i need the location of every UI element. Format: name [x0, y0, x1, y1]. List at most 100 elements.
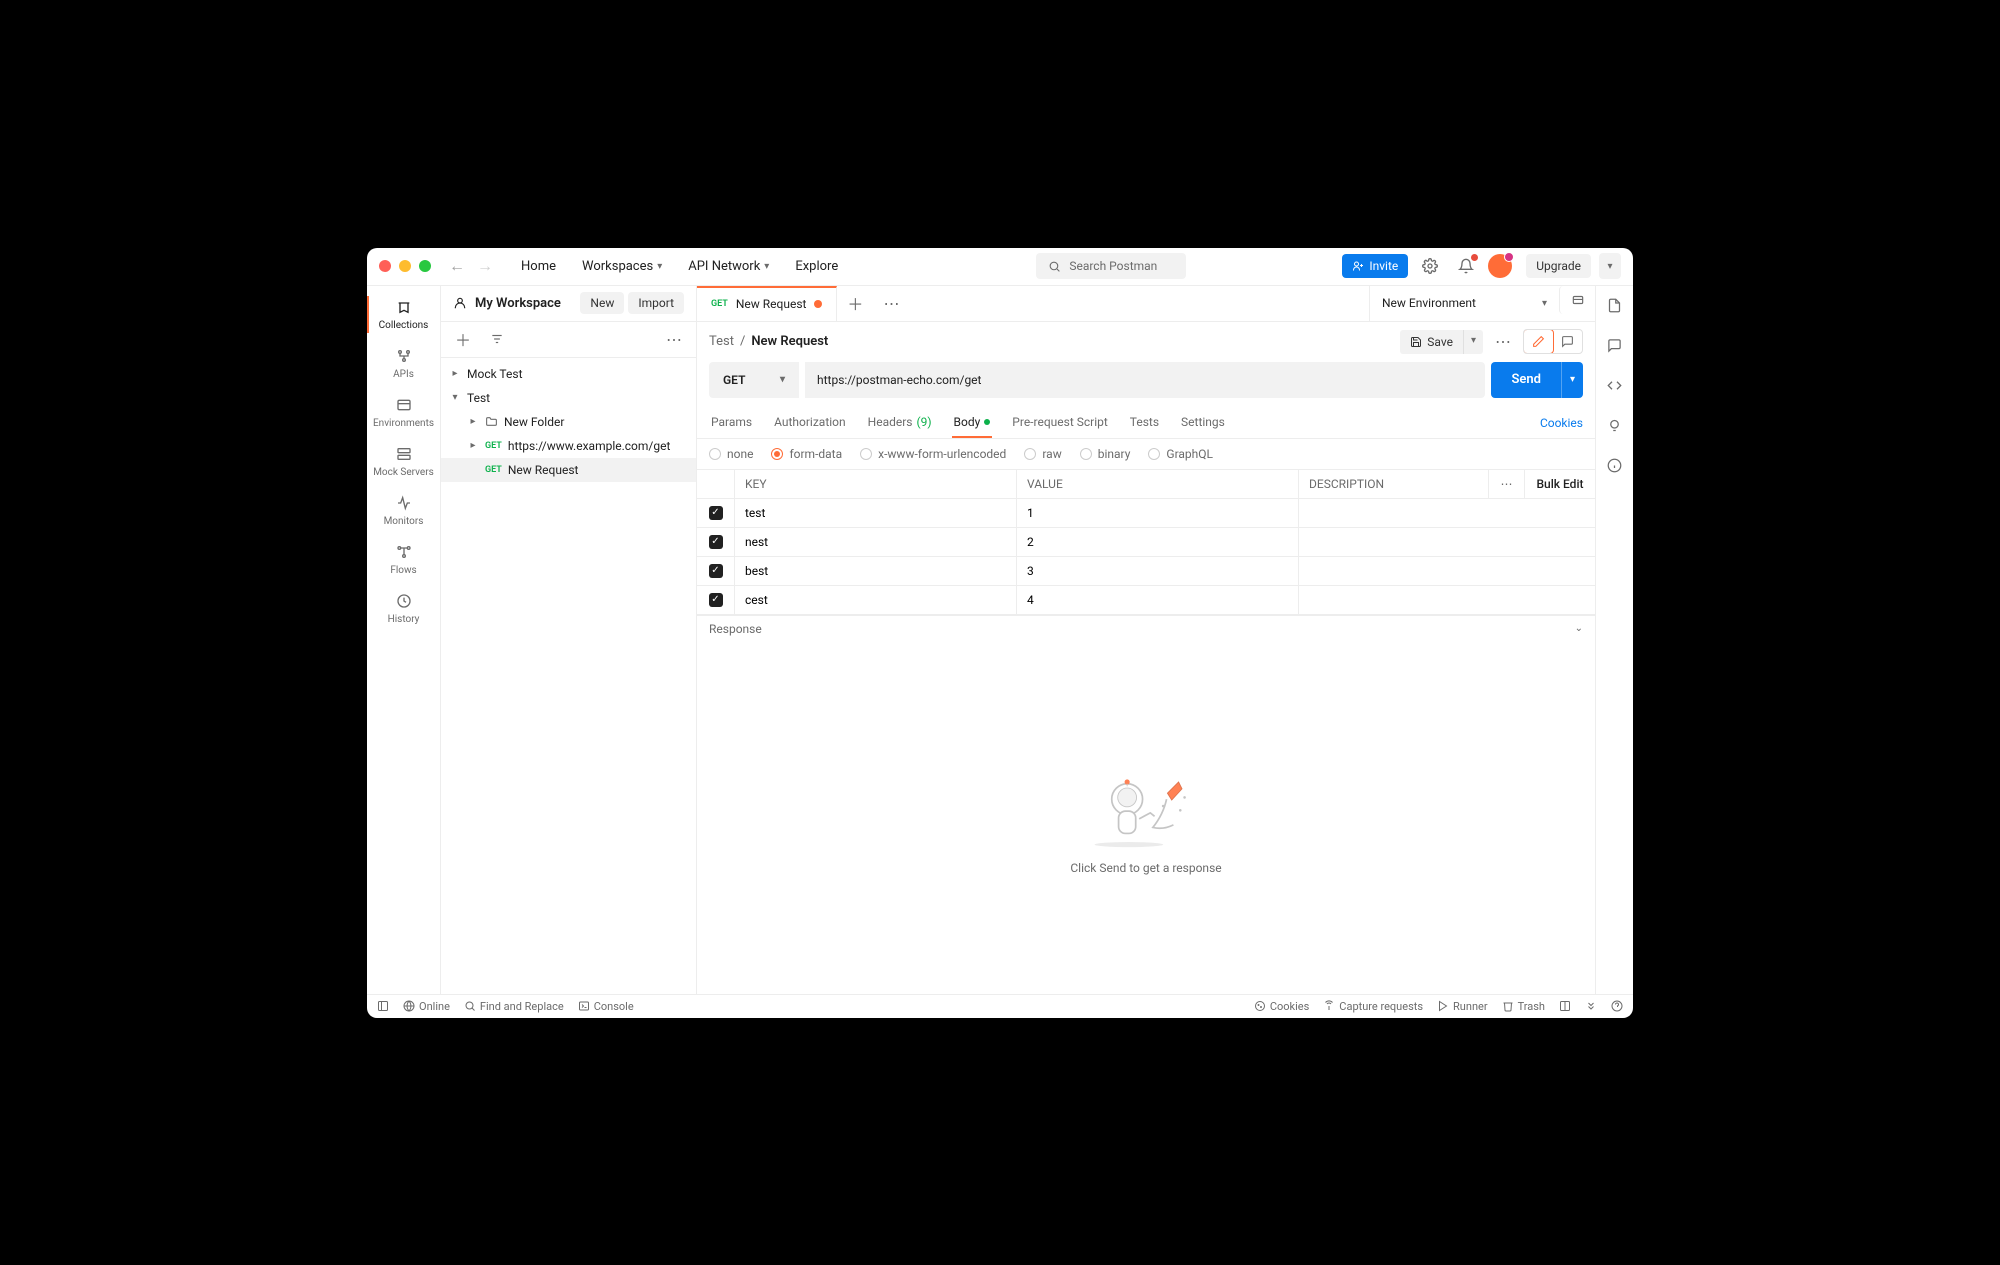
request-tab-authorization[interactable]: Authorization — [772, 408, 848, 438]
row-value-input[interactable]: 1 — [1017, 499, 1299, 527]
row-description-input[interactable] — [1299, 499, 1595, 527]
row-checkbox[interactable]: ✓ — [709, 593, 723, 607]
workspace-title[interactable]: My Workspace — [453, 296, 561, 311]
method-selector[interactable]: GET ▾ — [709, 362, 799, 398]
row-key-input[interactable]: best — [735, 557, 1017, 585]
columns-menu-button[interactable]: ⋯ — [1489, 470, 1525, 498]
tree-more-button[interactable]: ⋯ — [660, 325, 688, 353]
two-pane-button[interactable] — [1559, 1000, 1571, 1012]
env-quicklook-button[interactable] — [1559, 286, 1595, 314]
documentation-button[interactable] — [1603, 294, 1627, 318]
online-status[interactable]: Online — [403, 1000, 450, 1013]
rail-collections[interactable]: Collections — [367, 290, 440, 339]
edit-mode-button[interactable] — [1523, 329, 1554, 354]
filter-button[interactable] — [483, 325, 511, 353]
request-tab-params[interactable]: Params — [709, 408, 754, 438]
tree-item[interactable]: ▸Mock Test — [441, 362, 696, 386]
rail-flows[interactable]: Flows — [367, 535, 440, 584]
row-checkbox[interactable]: ✓ — [709, 535, 723, 549]
new-tab-button[interactable]: ＋ — [837, 286, 873, 321]
back-button[interactable]: ← — [449, 256, 465, 276]
tree-item[interactable]: ▾Test — [441, 386, 696, 410]
tree-item[interactable]: GETNew Request — [441, 458, 696, 482]
body-type-binary[interactable]: binary — [1080, 447, 1131, 461]
rail-history[interactable]: History — [367, 584, 440, 633]
request-tab[interactable]: GET New Request — [697, 286, 837, 321]
help-button[interactable] — [1611, 1000, 1623, 1012]
runner-button[interactable]: Runner — [1437, 1000, 1488, 1013]
console-button[interactable]: Console — [578, 1000, 634, 1013]
row-checkbox[interactable]: ✓ — [709, 564, 723, 578]
request-more-button[interactable]: ⋯ — [1489, 328, 1517, 356]
row-key-input[interactable]: test — [735, 499, 1017, 527]
new-button[interactable]: New — [580, 292, 624, 314]
trash-button[interactable]: Trash — [1502, 1000, 1545, 1013]
layout-button[interactable] — [377, 1000, 389, 1012]
comments-button[interactable] — [1603, 334, 1627, 358]
rail-environments[interactable]: Environments — [367, 388, 440, 437]
row-description-input[interactable] — [1299, 528, 1595, 556]
rail-apis[interactable]: APIs — [367, 339, 440, 388]
tree-item-label: Test — [467, 391, 490, 405]
row-description-input[interactable] — [1299, 586, 1595, 614]
request-tab-settings[interactable]: Settings — [1179, 408, 1227, 438]
comment-mode-button[interactable] — [1553, 330, 1582, 353]
trash-icon — [1502, 1000, 1514, 1012]
body-type-GraphQL[interactable]: GraphQL — [1148, 447, 1213, 461]
expand-button[interactable] — [1585, 1000, 1597, 1012]
request-tab-pre-request-script[interactable]: Pre-request Script — [1010, 408, 1109, 438]
nav-explore[interactable]: Explore — [787, 255, 846, 278]
save-button[interactable]: Save — [1400, 330, 1463, 354]
rail-monitors[interactable]: Monitors — [367, 486, 440, 535]
chevron-down-icon[interactable]: ⌄ — [1575, 623, 1583, 634]
status-cookies-button[interactable]: Cookies — [1254, 1000, 1309, 1013]
environment-selector[interactable]: New Environment ▾ — [1369, 286, 1559, 321]
minimize-window-button[interactable] — [399, 260, 411, 272]
new-collection-button[interactable]: ＋ — [449, 325, 477, 353]
request-tab-headers[interactable]: Headers (9) — [866, 408, 934, 438]
rail-mock-servers[interactable]: Mock Servers — [367, 437, 440, 486]
breadcrumb-parent[interactable]: Test — [709, 334, 734, 349]
forward-button[interactable]: → — [477, 256, 493, 276]
settings-button[interactable] — [1416, 252, 1444, 280]
bulk-edit-button[interactable]: Bulk Edit — [1525, 470, 1595, 498]
nav-api-network[interactable]: API Network▾ — [680, 255, 777, 278]
find-replace-button[interactable]: Find and Replace — [464, 1000, 564, 1013]
import-button[interactable]: Import — [628, 292, 684, 314]
tab-more-button[interactable]: ⋯ — [873, 286, 909, 321]
save-menu-button[interactable]: ▾ — [1463, 330, 1483, 354]
upgrade-button[interactable]: Upgrade — [1526, 254, 1591, 278]
notifications-button[interactable] — [1452, 252, 1480, 280]
capture-button[interactable]: Capture requests — [1323, 1000, 1423, 1013]
body-type-form-data[interactable]: form-data — [771, 447, 842, 461]
invite-button[interactable]: Invite — [1342, 254, 1408, 278]
request-tab-tests[interactable]: Tests — [1128, 408, 1161, 438]
nav-home[interactable]: Home — [513, 255, 564, 278]
info-button[interactable] — [1603, 414, 1627, 438]
related-button[interactable] — [1603, 454, 1627, 478]
row-value-input[interactable]: 2 — [1017, 528, 1299, 556]
row-description-input[interactable] — [1299, 557, 1595, 585]
body-type-x-www-form-urlencoded[interactable]: x-www-form-urlencoded — [860, 447, 1006, 461]
row-checkbox[interactable]: ✓ — [709, 506, 723, 520]
maximize-window-button[interactable] — [419, 260, 431, 272]
url-input[interactable] — [805, 362, 1485, 398]
row-value-input[interactable]: 4 — [1017, 586, 1299, 614]
row-value-input[interactable]: 3 — [1017, 557, 1299, 585]
cookies-link[interactable]: Cookies — [1540, 409, 1583, 437]
tree-item[interactable]: ▸GEThttps://www.example.com/get — [441, 434, 696, 458]
row-key-input[interactable]: cest — [735, 586, 1017, 614]
tree-item[interactable]: ▸New Folder — [441, 410, 696, 434]
upgrade-menu[interactable]: ▾ — [1599, 253, 1621, 279]
user-avatar[interactable] — [1488, 254, 1512, 278]
close-window-button[interactable] — [379, 260, 391, 272]
send-button[interactable]: Send — [1491, 362, 1561, 398]
body-type-none[interactable]: none — [709, 447, 753, 461]
send-menu-button[interactable]: ▾ — [1561, 362, 1583, 398]
global-search[interactable]: Search Postman — [1036, 253, 1186, 279]
row-key-input[interactable]: nest — [735, 528, 1017, 556]
request-tab-body[interactable]: Body — [952, 408, 993, 438]
body-type-raw[interactable]: raw — [1024, 447, 1061, 461]
code-button[interactable] — [1603, 374, 1627, 398]
nav-workspaces[interactable]: Workspaces▾ — [574, 255, 670, 278]
